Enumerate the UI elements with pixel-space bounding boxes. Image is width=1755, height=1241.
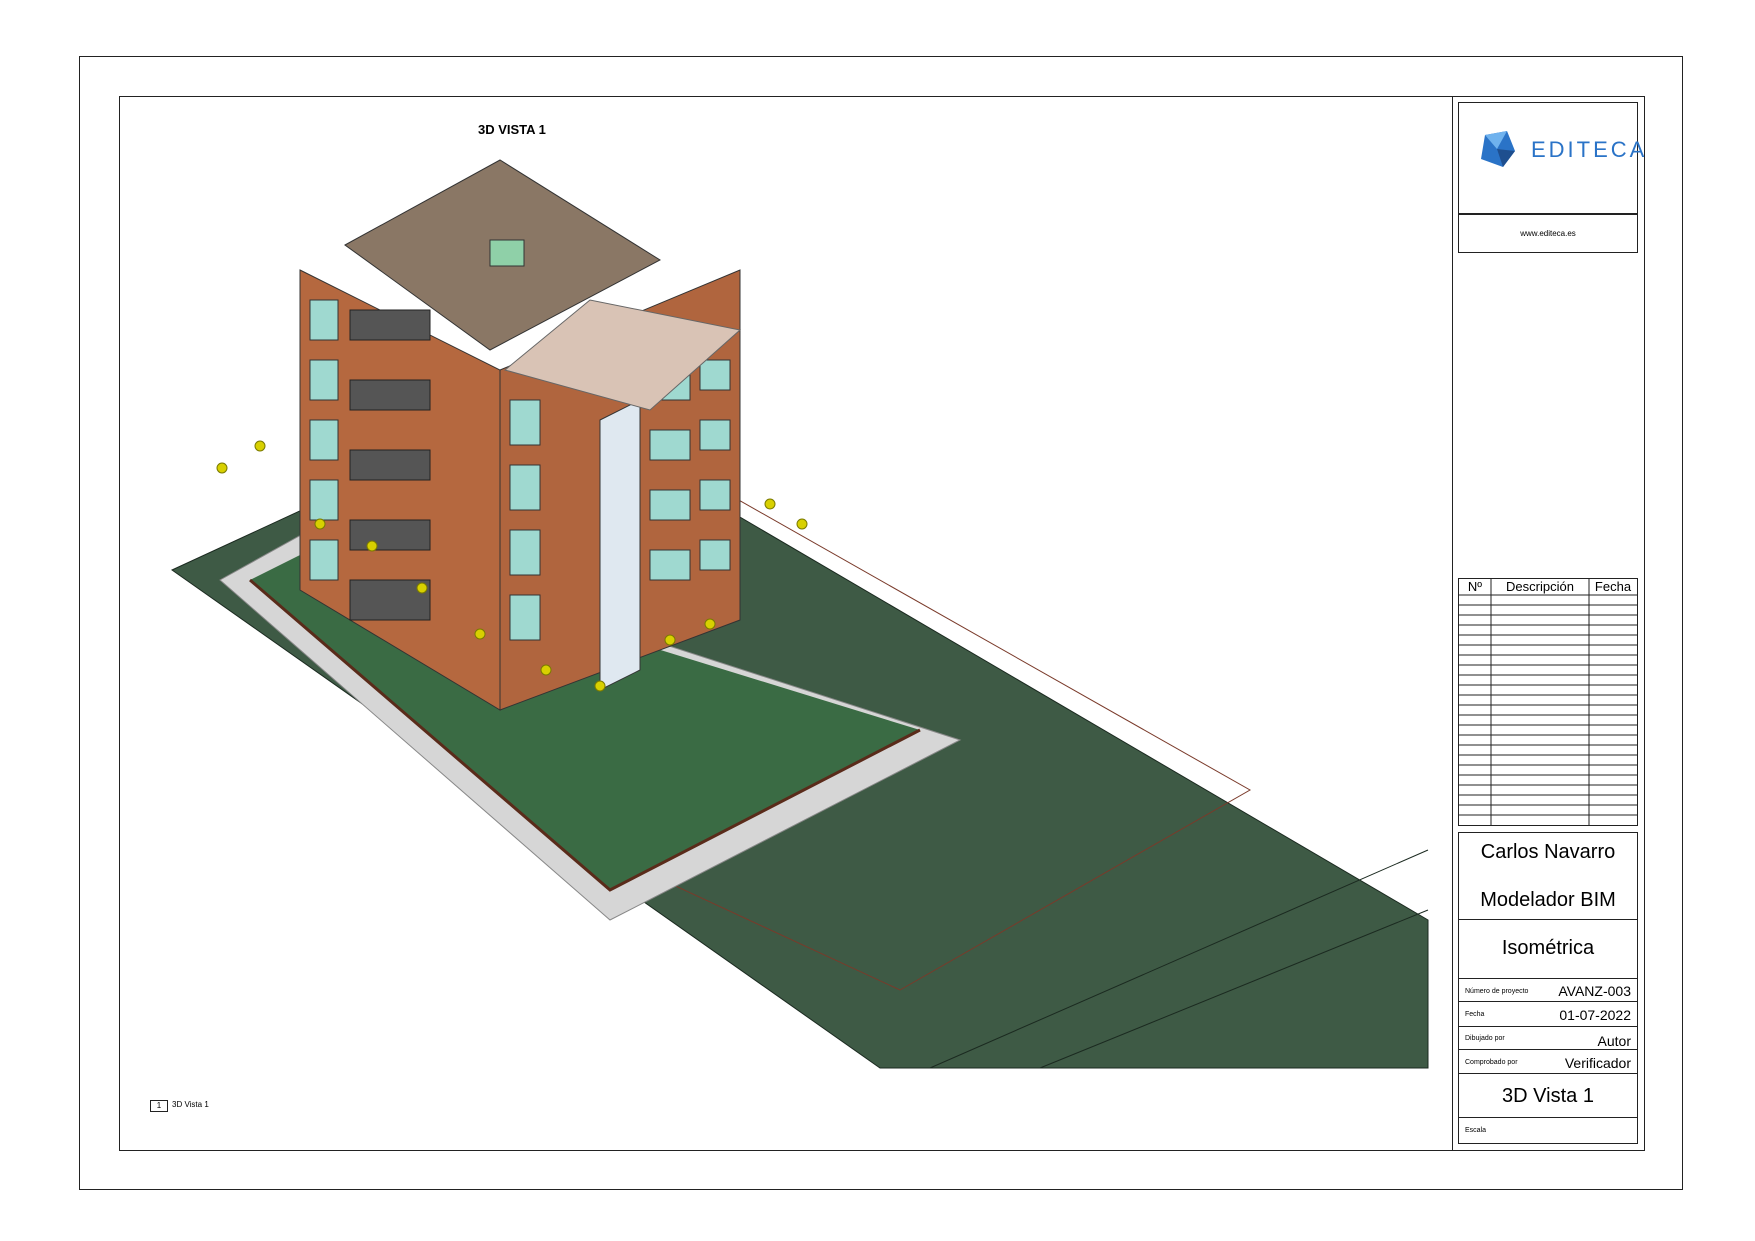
scale-label: Escala bbox=[1465, 1127, 1487, 1134]
website-text: www.editeca.es bbox=[1458, 214, 1638, 253]
checked-by: Verificador bbox=[1564, 1055, 1631, 1071]
drawing-type: Isométrica bbox=[1501, 937, 1595, 959]
view-title: 3D VISTA 1 bbox=[478, 122, 546, 137]
divider bbox=[1459, 1117, 1637, 1118]
divider bbox=[1459, 1049, 1637, 1050]
revision-table: Nº Descripción Fecha bbox=[1458, 578, 1638, 826]
divider bbox=[1459, 1026, 1637, 1027]
project-number: AVANZ-003 bbox=[1558, 983, 1631, 999]
author-name: Carlos Navarro bbox=[1480, 841, 1616, 863]
title-block-divider bbox=[1452, 96, 1453, 1151]
logo-box: EDITECA bbox=[1458, 102, 1644, 214]
roof-box bbox=[489, 239, 525, 267]
drawn-by-label: Dibujado por bbox=[1465, 1035, 1505, 1042]
viewport-number: 1 bbox=[150, 1100, 168, 1112]
viewport-name: 3D Vista 1 bbox=[172, 1100, 209, 1109]
author-role: Modelador BIM bbox=[1480, 889, 1616, 911]
drawn-by: Autor bbox=[1597, 1033, 1631, 1049]
isometric-building-drawing bbox=[171, 159, 1429, 1069]
view-name: 3D Vista 1 bbox=[1502, 1085, 1594, 1107]
date-label: Fecha bbox=[1465, 1011, 1485, 1018]
logo-text: EDITECA bbox=[1531, 137, 1648, 162]
editeca-logo-icon bbox=[1481, 131, 1515, 167]
title-info-box: Carlos Navarro Modelador BIM Isométrica … bbox=[1458, 832, 1638, 1144]
checked-by-label: Comprobado por bbox=[1465, 1059, 1518, 1066]
divider bbox=[1459, 1001, 1637, 1002]
project-number-label: Número de proyecto bbox=[1465, 988, 1529, 995]
revision-grid bbox=[1459, 579, 1637, 825]
date-value: 01-07-2022 bbox=[1559, 1007, 1631, 1023]
divider bbox=[1459, 978, 1637, 979]
divider bbox=[1459, 1073, 1637, 1074]
divider bbox=[1459, 919, 1637, 920]
glass-core bbox=[599, 399, 641, 691]
